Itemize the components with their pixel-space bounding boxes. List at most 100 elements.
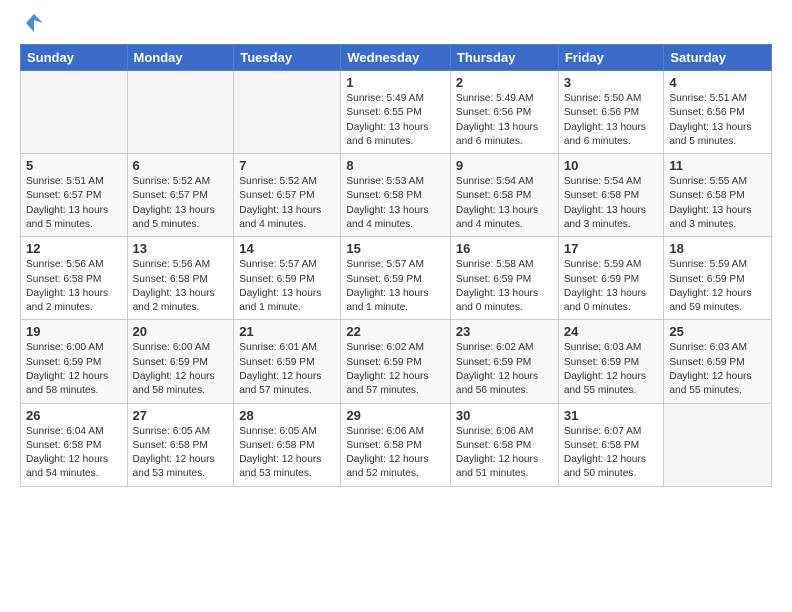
- day-number: 4: [669, 75, 766, 90]
- calendar-cell: 3 Sunrise: 5:50 AM Sunset: 6:56 PM Daylig…: [558, 71, 664, 154]
- day-header-saturday: Saturday: [664, 45, 772, 71]
- day-info: Sunrise: 5:51 AM Sunset: 6:56 PM Dayligh…: [669, 92, 766, 149]
- calendar-week-4: 19 Sunrise: 6:00 AM Sunset: 6:59 PM Dayli…: [21, 320, 772, 403]
- day-number: 31: [564, 408, 659, 423]
- calendar-cell: 6 Sunrise: 5:52 AM Sunset: 6:57 PM Daylig…: [127, 154, 234, 237]
- day-info: Sunrise: 6:03 AM Sunset: 6:59 PM Dayligh…: [669, 341, 766, 398]
- calendar-cell: 7 Sunrise: 5:52 AM Sunset: 6:57 PM Daylig…: [234, 154, 341, 237]
- calendar-cell: 27 Sunrise: 6:05 AM Sunset: 6:58 PM Dayli…: [127, 403, 234, 486]
- calendar-cell: [664, 403, 772, 486]
- calendar-cell: 12 Sunrise: 5:56 AM Sunset: 6:58 PM Dayli…: [21, 237, 128, 320]
- day-number: 5: [26, 158, 122, 173]
- calendar-cell: 13Sunrise: 5:56 AM Sunset: 6:58 PM Dayli…: [127, 237, 234, 320]
- calendar-header-row: SundayMondayTuesdayWednesdayThursdayFrid…: [21, 45, 772, 71]
- calendar-cell: 26 Sunrise: 6:04 AM Sunset: 6:58 PM Dayli…: [21, 403, 128, 486]
- calendar-cell: 20 Sunrise: 6:00 AM Sunset: 6:59 PM Dayli…: [127, 320, 234, 403]
- calendar-cell: 15 Sunrise: 5:57 AM Sunset: 6:59 PM Dayli…: [341, 237, 451, 320]
- calendar-cell: 29Sunrise: 6:06 AM Sunset: 6:58 PM Dayli…: [341, 403, 451, 486]
- day-info: Sunrise: 6:05 AM Sunset: 6:58 PM Dayligh…: [133, 425, 229, 482]
- day-number: 8: [346, 158, 445, 173]
- day-header-thursday: Thursday: [450, 45, 558, 71]
- day-number: 23: [456, 324, 553, 339]
- day-number: 20: [133, 324, 229, 339]
- day-info: Sunrise: 5:56 AM Sunset: 6:58 PM Dayligh…: [26, 258, 122, 315]
- day-info: Sunrise: 6:01 AM Sunset: 6:59 PM Dayligh…: [239, 341, 335, 398]
- day-info: Sunrise: 5:53 AM Sunset: 6:58 PM Dayligh…: [346, 175, 445, 232]
- calendar-cell: 22 Sunrise: 6:02 AM Sunset: 6:59 PM Dayli…: [341, 320, 451, 403]
- day-info: Sunrise: 5:57 AM Sunset: 6:59 PM Dayligh…: [239, 258, 335, 315]
- calendar-cell: 14Sunrise: 5:57 AM Sunset: 6:59 PM Dayli…: [234, 237, 341, 320]
- day-number: 7: [239, 158, 335, 173]
- calendar-cell: 5Sunrise: 5:51 AM Sunset: 6:57 PM Daylig…: [21, 154, 128, 237]
- calendar-cell: 11 Sunrise: 5:55 AM Sunset: 6:58 PM Dayli…: [664, 154, 772, 237]
- day-number: 30: [456, 408, 553, 423]
- day-header-wednesday: Wednesday: [341, 45, 451, 71]
- day-info: Sunrise: 5:55 AM Sunset: 6:58 PM Dayligh…: [669, 175, 766, 232]
- calendar-cell: 21 Sunrise: 6:01 AM Sunset: 6:59 PM Dayli…: [234, 320, 341, 403]
- day-number: 18: [669, 241, 766, 256]
- day-number: 22: [346, 324, 445, 339]
- day-number: 27: [133, 408, 229, 423]
- calendar-cell: 2Sunrise: 5:49 AM Sunset: 6:56 PM Daylig…: [450, 71, 558, 154]
- day-number: 24: [564, 324, 659, 339]
- day-number: 9: [456, 158, 553, 173]
- day-info: Sunrise: 5:58 AM Sunset: 6:59 PM Dayligh…: [456, 258, 553, 315]
- day-info: Sunrise: 6:03 AM Sunset: 6:59 PM Dayligh…: [564, 341, 659, 398]
- calendar-cell: 31Sunrise: 6:07 AM Sunset: 6:58 PM Dayli…: [558, 403, 664, 486]
- day-header-sunday: Sunday: [21, 45, 128, 71]
- calendar-cell: 18Sunrise: 5:59 AM Sunset: 6:59 PM Dayli…: [664, 237, 772, 320]
- day-info: Sunrise: 5:59 AM Sunset: 6:59 PM Dayligh…: [564, 258, 659, 315]
- day-number: 29: [346, 408, 445, 423]
- day-info: Sunrise: 5:54 AM Sunset: 6:58 PM Dayligh…: [564, 175, 659, 232]
- day-number: 19: [26, 324, 122, 339]
- day-number: 17: [564, 241, 659, 256]
- day-number: 3: [564, 75, 659, 90]
- day-info: Sunrise: 6:02 AM Sunset: 6:59 PM Dayligh…: [346, 341, 445, 398]
- day-info: Sunrise: 5:52 AM Sunset: 6:57 PM Dayligh…: [239, 175, 335, 232]
- day-number: 21: [239, 324, 335, 339]
- day-header-tuesday: Tuesday: [234, 45, 341, 71]
- day-number: 26: [26, 408, 122, 423]
- day-info: Sunrise: 6:02 AM Sunset: 6:59 PM Dayligh…: [456, 341, 553, 398]
- page-header: [20, 20, 772, 34]
- day-number: 11: [669, 158, 766, 173]
- day-number: 12: [26, 241, 122, 256]
- day-info: Sunrise: 5:49 AM Sunset: 6:56 PM Dayligh…: [456, 92, 553, 149]
- day-header-friday: Friday: [558, 45, 664, 71]
- day-number: 28: [239, 408, 335, 423]
- calendar-week-1: 1 Sunrise: 5:49 AM Sunset: 6:55 PM Daylig…: [21, 71, 772, 154]
- day-info: Sunrise: 5:49 AM Sunset: 6:55 PM Dayligh…: [346, 92, 445, 149]
- calendar-cell: [127, 71, 234, 154]
- day-info: Sunrise: 6:00 AM Sunset: 6:59 PM Dayligh…: [133, 341, 229, 398]
- calendar-table: SundayMondayTuesdayWednesdayThursdayFrid…: [20, 44, 772, 487]
- day-info: Sunrise: 5:52 AM Sunset: 6:57 PM Dayligh…: [133, 175, 229, 232]
- day-number: 6: [133, 158, 229, 173]
- calendar-cell: [21, 71, 128, 154]
- day-number: 25: [669, 324, 766, 339]
- day-number: 13: [133, 241, 229, 256]
- day-info: Sunrise: 6:00 AM Sunset: 6:59 PM Dayligh…: [26, 341, 122, 398]
- calendar-cell: 19 Sunrise: 6:00 AM Sunset: 6:59 PM Dayli…: [21, 320, 128, 403]
- day-info: Sunrise: 5:54 AM Sunset: 6:58 PM Dayligh…: [456, 175, 553, 232]
- day-header-monday: Monday: [127, 45, 234, 71]
- calendar-week-3: 12 Sunrise: 5:56 AM Sunset: 6:58 PM Dayli…: [21, 237, 772, 320]
- day-info: Sunrise: 5:57 AM Sunset: 6:59 PM Dayligh…: [346, 258, 445, 315]
- logo: [20, 20, 45, 34]
- calendar-cell: 4 Sunrise: 5:51 AM Sunset: 6:56 PM Daylig…: [664, 71, 772, 154]
- day-info: Sunrise: 6:04 AM Sunset: 6:58 PM Dayligh…: [26, 425, 122, 482]
- day-info: Sunrise: 6:06 AM Sunset: 6:58 PM Dayligh…: [456, 425, 553, 482]
- day-number: 15: [346, 241, 445, 256]
- day-info: Sunrise: 5:50 AM Sunset: 6:56 PM Dayligh…: [564, 92, 659, 149]
- day-number: 10: [564, 158, 659, 173]
- calendar-cell: 25 Sunrise: 6:03 AM Sunset: 6:59 PM Dayli…: [664, 320, 772, 403]
- calendar-cell: [234, 71, 341, 154]
- calendar-cell: 16 Sunrise: 5:58 AM Sunset: 6:59 PM Dayli…: [450, 237, 558, 320]
- calendar-cell: 30 Sunrise: 6:06 AM Sunset: 6:58 PM Dayli…: [450, 403, 558, 486]
- logo-icon: [23, 12, 45, 34]
- calendar-cell: 9 Sunrise: 5:54 AM Sunset: 6:58 PM Daylig…: [450, 154, 558, 237]
- day-number: 1: [346, 75, 445, 90]
- calendar-cell: 1 Sunrise: 5:49 AM Sunset: 6:55 PM Daylig…: [341, 71, 451, 154]
- calendar-cell: 28Sunrise: 6:05 AM Sunset: 6:58 PM Dayli…: [234, 403, 341, 486]
- day-number: 16: [456, 241, 553, 256]
- calendar-week-5: 26 Sunrise: 6:04 AM Sunset: 6:58 PM Dayli…: [21, 403, 772, 486]
